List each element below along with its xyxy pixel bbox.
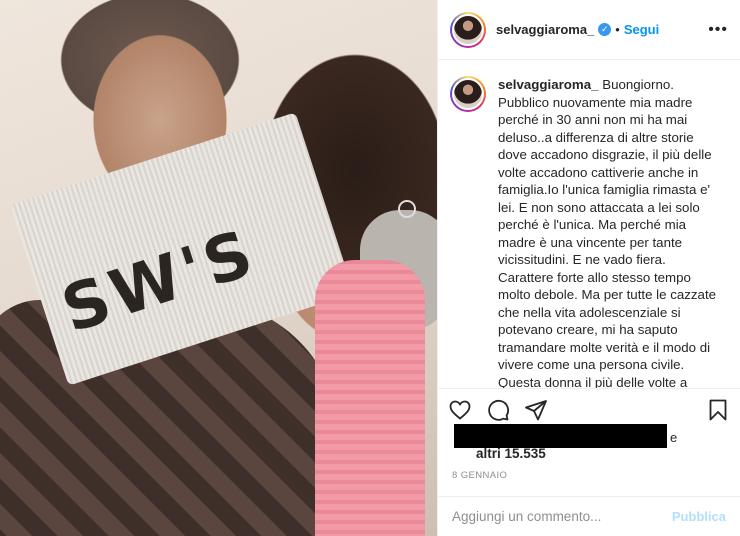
- photo-pink-scarf: [315, 260, 425, 536]
- caption-text: selvaggiaroma_ Buongiorno. Pubblico nuov…: [498, 76, 716, 388]
- caption-body: Buongiorno. Pubblico nuovamente mia madr…: [498, 77, 717, 388]
- comment-bar: Pubblica: [438, 496, 740, 536]
- caption-row: selvaggiaroma_ Buongiorno. Pubblico nuov…: [450, 76, 726, 388]
- redacted-likes-bar: [454, 424, 667, 448]
- avatar[interactable]: [450, 11, 486, 48]
- likes-trail-text: e: [670, 430, 678, 445]
- verified-badge-icon: ✓: [598, 23, 612, 36]
- post-side-panel: selvaggiaroma_ ✓ • Segui ••• selvaggiaro…: [437, 0, 740, 536]
- more-options-icon[interactable]: •••: [708, 21, 728, 39]
- follow-button[interactable]: Segui: [624, 22, 659, 37]
- post-photo[interactable]: SW'S: [0, 0, 437, 536]
- bookmark-icon[interactable]: [706, 398, 730, 422]
- username-link[interactable]: selvaggiaroma_: [496, 22, 594, 37]
- caption-username-link[interactable]: selvaggiaroma_: [498, 77, 599, 92]
- caption-area[interactable]: selvaggiaroma_ Buongiorno. Pubblico nuov…: [438, 60, 740, 388]
- comment-icon[interactable]: [486, 398, 510, 422]
- post-date[interactable]: 8 GENNAIO: [452, 470, 507, 481]
- comment-input[interactable]: [452, 509, 672, 524]
- separator-dot: •: [615, 22, 620, 37]
- send-icon[interactable]: [524, 398, 548, 422]
- caption-avatar[interactable]: [450, 76, 486, 112]
- caption-avatar-image: [452, 78, 484, 110]
- likes-count[interactable]: altri 15.535: [476, 446, 546, 461]
- avatar-image: [452, 13, 484, 46]
- heart-icon[interactable]: [448, 398, 472, 422]
- publish-button[interactable]: Pubblica: [672, 509, 726, 524]
- post-header: selvaggiaroma_ ✓ • Segui •••: [438, 0, 740, 60]
- photo-earring: [398, 200, 416, 218]
